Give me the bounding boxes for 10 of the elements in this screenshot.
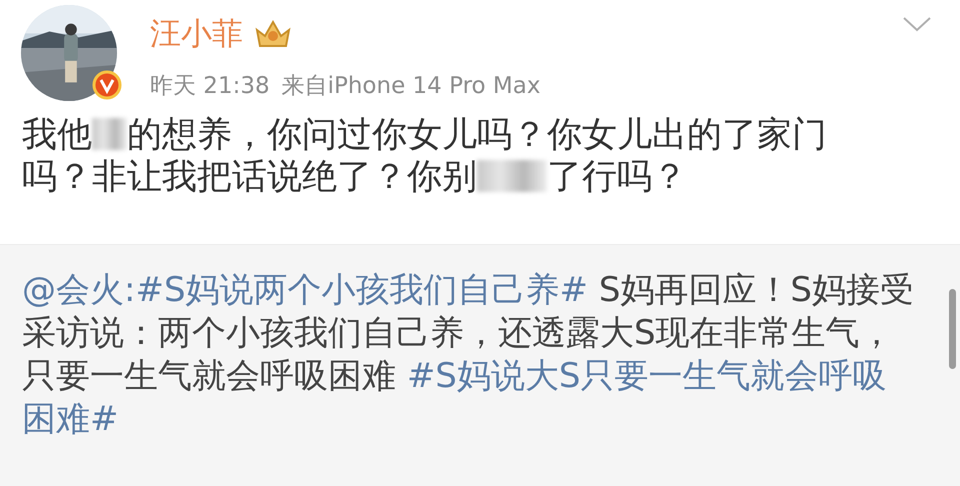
crown-icon <box>253 18 293 50</box>
post-source: 来自iPhone 14 Pro Max <box>282 72 540 101</box>
scrollbar[interactable] <box>949 289 956 369</box>
chevron-down-icon[interactable] <box>902 16 932 32</box>
post-text: 我他 的想养，你问过你女儿吗？你女儿出的了家门吗？非让我把话说绝了？你别 了行吗？ <box>21 114 828 199</box>
blurred-word <box>92 118 127 150</box>
blurred-word <box>477 160 547 192</box>
repost-text: @会火:#S妈说两个小孩我们自己养# S妈再回应！S妈接受采访说：两个小孩我们自己养，还透露大S现在非常生气，只要一生气就会呼吸困难 #S妈说大S只要一生气就会呼吸困难# <box>22 269 916 441</box>
post-time: 昨天 21:38 <box>150 72 270 101</box>
author-name[interactable]: 汪小菲 <box>150 14 243 54</box>
